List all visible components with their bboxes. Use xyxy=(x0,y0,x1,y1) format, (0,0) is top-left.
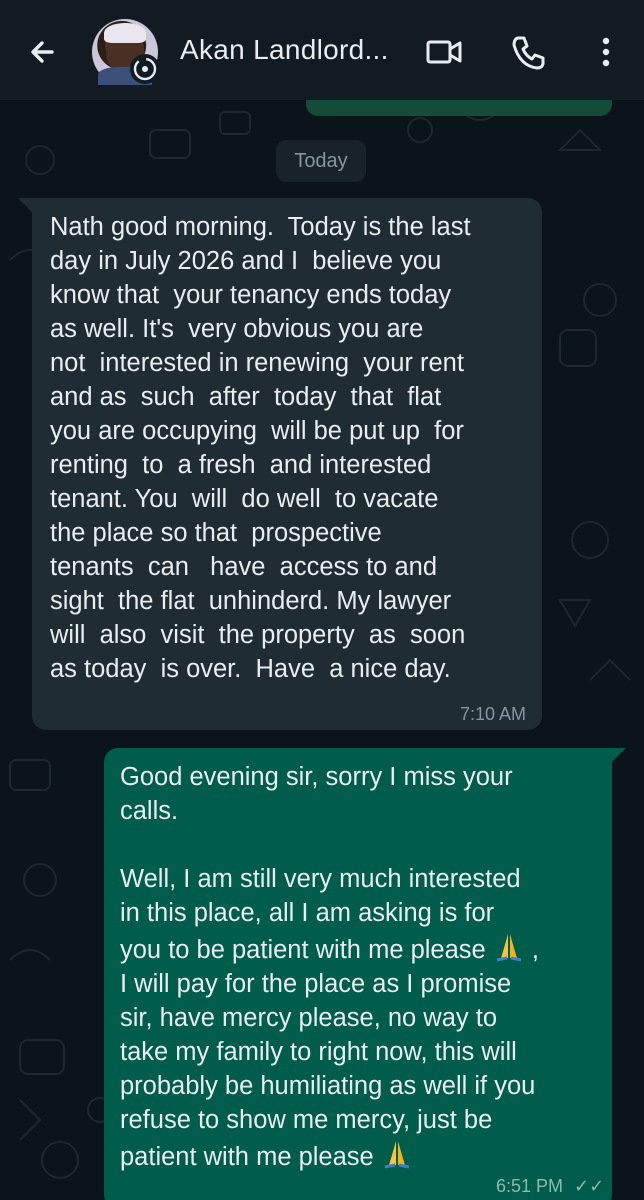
arrow-back-icon[interactable] xyxy=(22,30,66,74)
message-timestamp: 6:51 PM xyxy=(496,1176,564,1196)
outgoing-message-text: Good evening sir, sorry I miss your call… xyxy=(120,760,600,1174)
date-separator: Today xyxy=(276,140,366,182)
phone-icon[interactable] xyxy=(506,30,550,74)
avatar-hair xyxy=(104,23,146,43)
folded-hands-emoji-icon xyxy=(496,934,522,962)
read-receipt-icon: ✓✓ xyxy=(574,1176,605,1196)
message-timestamp: 7:10 AM xyxy=(459,704,526,724)
folded-hands-emoji-icon xyxy=(384,1141,410,1169)
chat-header: Akan Landlord... xyxy=(0,0,644,100)
outgoing-message-part-2: , I will pay for the place as I promise … xyxy=(120,936,539,1171)
status-update-icon xyxy=(130,54,160,84)
chat-screen: Akan Landlord... Today Nath good morning… xyxy=(0,0,644,1200)
more-vertical-icon[interactable] xyxy=(584,30,628,74)
outgoing-message-part-1: Good evening sir, sorry I miss your call… xyxy=(120,763,521,964)
incoming-message-text: Nath good morning. Today is the last day… xyxy=(50,213,471,683)
contact-name[interactable]: Akan Landlord... xyxy=(180,34,389,66)
outgoing-bubble-tail xyxy=(610,748,626,764)
video-call-icon[interactable] xyxy=(422,30,466,74)
